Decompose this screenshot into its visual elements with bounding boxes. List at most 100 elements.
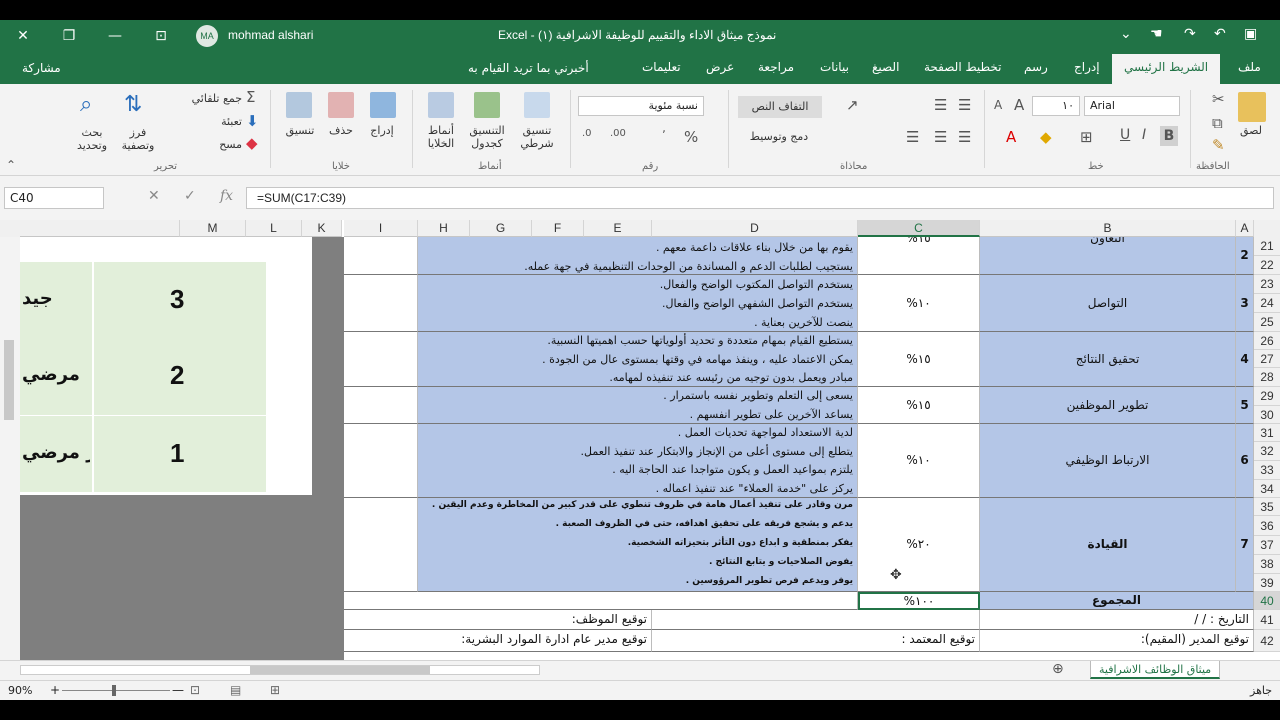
column-header[interactable]: F xyxy=(532,220,584,237)
employee-signature-label-cell[interactable]: توقيع الموظف: xyxy=(344,610,652,630)
format-as-table-button[interactable]: التنسيق كجدول xyxy=(464,124,510,150)
column-header[interactable]: M xyxy=(180,220,246,237)
increase-font-icon[interactable]: A xyxy=(1014,96,1024,114)
comma-style-icon[interactable]: ٬ xyxy=(662,128,666,142)
criterion-cell[interactable]: تحقيق النتائج xyxy=(980,332,1236,387)
column-header[interactable]: I xyxy=(344,220,418,237)
tell-me-search[interactable]: أخبرني بما تريد القيام به xyxy=(468,61,589,75)
row-header[interactable]: 37 xyxy=(1254,536,1280,555)
row-header[interactable]: 23 xyxy=(1254,275,1280,294)
zoom-slider[interactable] xyxy=(62,690,170,691)
approver-signature-label-cell[interactable]: توقيع المعتمد : xyxy=(652,630,980,652)
clear-button[interactable]: مسح xyxy=(204,138,242,151)
weight-cell[interactable]: %١٠ xyxy=(858,275,980,332)
column-header[interactable]: D xyxy=(652,220,858,237)
fill-color-icon[interactable]: ◆ xyxy=(1040,128,1052,146)
column-header[interactable]: A xyxy=(1236,220,1254,237)
customize-icon[interactable]: ⌄ xyxy=(1120,26,1132,42)
notes-cell[interactable] xyxy=(344,332,418,387)
criterion-number-cell[interactable]: 3 xyxy=(1236,275,1254,332)
undo-icon[interactable]: ↶ xyxy=(1214,26,1226,42)
increase-decimal-icon[interactable]: .00 xyxy=(610,128,626,139)
bold-button[interactable]: B xyxy=(1160,126,1178,146)
align-top-icon[interactable]: ☰ xyxy=(934,96,947,114)
column-header[interactable]: B xyxy=(980,220,1236,237)
tab-insert[interactable]: إدراج xyxy=(1074,60,1100,74)
sort-filter-icon[interactable]: ⇅ xyxy=(124,92,142,117)
merge-center-button[interactable]: دمج وتوسيط xyxy=(734,130,824,143)
format-painter-icon[interactable]: ✎ xyxy=(1212,136,1225,154)
scroll-left-icon[interactable] xyxy=(0,220,20,237)
description-cell[interactable]: يستطيع القيام بمهام متعددة و تحديد أولوي… xyxy=(418,332,858,387)
align-left-icon[interactable]: ☰ xyxy=(906,128,919,146)
employee-signature-blank-cell[interactable] xyxy=(652,610,980,630)
notes-cell[interactable] xyxy=(344,424,418,498)
description-cell[interactable]: مرن وقادر على تنفيذ أعمال هامة في ظروف ت… xyxy=(418,498,858,592)
insert-cells-icon[interactable] xyxy=(370,92,396,118)
column-header[interactable]: K xyxy=(302,220,342,237)
avatar[interactable]: MA xyxy=(196,25,218,47)
wrap-text-button[interactable]: التفاف النص xyxy=(738,96,822,118)
italic-button[interactable]: I xyxy=(1142,127,1146,143)
borders-icon[interactable]: ⊞ xyxy=(1080,128,1093,146)
autosum-icon[interactable]: Σ xyxy=(246,88,255,106)
cell-styles-icon[interactable] xyxy=(428,92,454,118)
normal-view-icon[interactable]: ⊞ xyxy=(270,683,280,697)
weight-cell[interactable]: %١٥ xyxy=(858,387,980,424)
column-header[interactable]: G xyxy=(470,220,532,237)
weight-cell[interactable]: %١٥ xyxy=(858,332,980,387)
find-select-button[interactable]: بحث وتحديد xyxy=(70,126,114,152)
notes-cell[interactable] xyxy=(344,275,418,332)
align-center-icon[interactable]: ☰ xyxy=(958,128,971,146)
zoom-slider-handle[interactable] xyxy=(112,685,116,696)
criterion-cell[interactable]: القيادة xyxy=(980,498,1236,592)
row-header[interactable]: 29 xyxy=(1254,387,1280,406)
notes-cell[interactable] xyxy=(344,498,418,592)
fill-button[interactable]: تعبئة xyxy=(200,115,242,128)
delete-cells-button[interactable]: حذف xyxy=(324,124,358,137)
row-header[interactable]: 35 xyxy=(1254,498,1280,516)
description-cell[interactable]: يسعى إلى التعلم وتطوير نفسه باستمرار . يس… xyxy=(418,387,858,424)
number-format-select[interactable]: نسبة مئوية xyxy=(578,96,704,116)
align-right-icon[interactable]: ☰ xyxy=(934,128,947,146)
cut-icon[interactable]: ✂ xyxy=(1212,90,1225,108)
conditional-format-icon[interactable] xyxy=(524,92,550,118)
redo-icon[interactable]: ↷ xyxy=(1184,26,1196,42)
orientation-icon[interactable]: ↗ xyxy=(846,96,859,114)
format-cells-icon[interactable] xyxy=(286,92,312,118)
row-header[interactable]: 41 xyxy=(1254,610,1280,630)
scroll-thumb[interactable] xyxy=(250,666,430,674)
paste-label[interactable]: لصق xyxy=(1236,124,1266,137)
row-header[interactable]: 26 xyxy=(1254,332,1280,350)
formula-input[interactable]: =SUM(C17:C39) xyxy=(246,187,1274,209)
select-all-corner[interactable] xyxy=(1254,220,1280,237)
row-header[interactable]: 38 xyxy=(1254,555,1280,574)
row-header[interactable]: 32 xyxy=(1254,442,1280,461)
page-break-view-icon[interactable]: ⊡ xyxy=(190,683,200,697)
tab-file[interactable]: ملف xyxy=(1238,60,1261,74)
criterion-cell[interactable]: تطوير الموظفين xyxy=(980,387,1236,424)
criterion-number-cell[interactable]: 5 xyxy=(1236,387,1254,424)
row-header[interactable]: 28 xyxy=(1254,368,1280,387)
font-color-icon[interactable]: A xyxy=(1006,128,1016,146)
user-name[interactable]: mohmad alshari xyxy=(228,28,313,42)
find-select-icon[interactable]: ⌕ xyxy=(80,92,92,117)
row-header[interactable]: 22 xyxy=(1254,256,1280,275)
weight-cell[interactable]: %٢٠ xyxy=(858,498,980,592)
notes-cell[interactable] xyxy=(344,387,418,424)
column-header[interactable]: C xyxy=(858,220,980,237)
align-middle-icon[interactable]: ☰ xyxy=(958,96,971,114)
row-header[interactable]: 24 xyxy=(1254,294,1280,313)
restore-icon[interactable]: ❐ xyxy=(46,20,92,52)
paste-icon[interactable] xyxy=(1238,92,1266,122)
copy-icon[interactable]: ⧉ xyxy=(1212,114,1223,132)
page-layout-view-icon[interactable]: ▤ xyxy=(230,683,241,697)
zoom-level[interactable]: 90% xyxy=(8,684,32,697)
tab-formulas[interactable]: الصيغ xyxy=(872,60,899,74)
column-header[interactable]: H xyxy=(418,220,470,237)
worksheet-grid[interactable]: A B C D E F G H I K L M 21 22 23 24 25 26 27 28 29 30 31 32 33 34… xyxy=(0,220,1280,660)
tab-data[interactable]: بيانات xyxy=(820,60,849,74)
row-header[interactable]: 42 xyxy=(1254,630,1280,652)
save-icon[interactable]: ▣ xyxy=(1244,26,1257,42)
font-size-select[interactable]: ١٠ xyxy=(1032,96,1080,116)
